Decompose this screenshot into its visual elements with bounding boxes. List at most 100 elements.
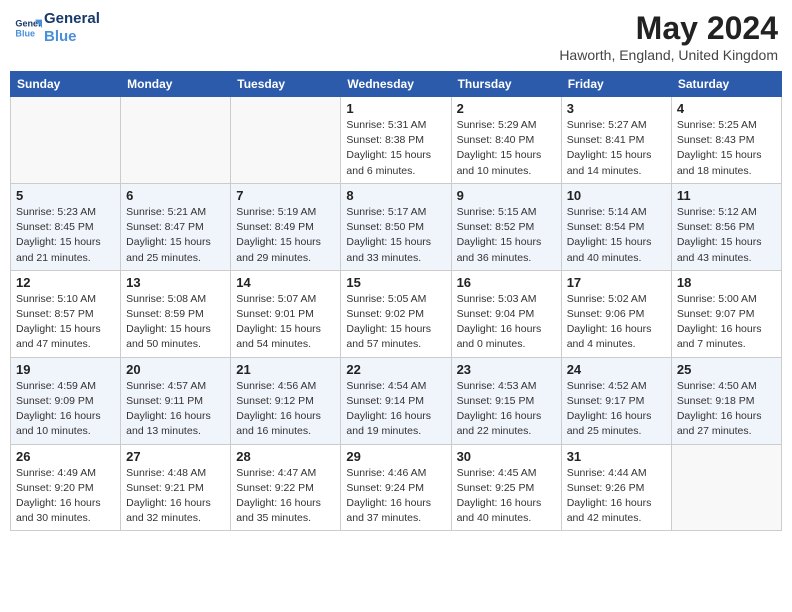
day-number: 29 bbox=[346, 449, 445, 464]
day-info: Sunrise: 5:17 AMSunset: 8:50 PMDaylight:… bbox=[346, 205, 445, 266]
calendar-day-cell: 25 Sunrise: 4:50 AMSunset: 9:18 PMDayligh… bbox=[671, 357, 781, 444]
location-subtitle: Haworth, England, United Kingdom bbox=[559, 47, 778, 63]
day-number: 30 bbox=[457, 449, 556, 464]
day-number: 31 bbox=[567, 449, 666, 464]
calendar-day-cell: 11Sunrise: 5:12 AMSunset: 8:56 PMDayligh… bbox=[671, 183, 781, 270]
day-info: Sunrise: 5:02 AMSunset: 9:06 PMDaylight:… bbox=[567, 292, 666, 353]
calendar-day-cell: 24 Sunrise: 4:52 AMSunset: 9:17 PMDayligh… bbox=[561, 357, 671, 444]
day-number: 11 bbox=[677, 188, 776, 203]
day-number: 1 bbox=[346, 101, 445, 116]
day-info: Sunrise: 5:23 AMSunset: 8:45 PMDaylight:… bbox=[16, 205, 115, 266]
calendar-day-cell: 6 Sunrise: 5:21 AMSunset: 8:47 PMDaylight… bbox=[121, 183, 231, 270]
day-info: Sunrise: 5:27 AMSunset: 8:41 PMDaylight:… bbox=[567, 118, 666, 179]
calendar-day-cell: 16Sunrise: 5:03 AMSunset: 9:04 PMDayligh… bbox=[451, 270, 561, 357]
weekday-header-wednesday: Wednesday bbox=[341, 72, 451, 97]
day-number: 14 bbox=[236, 275, 335, 290]
calendar-day-cell: 26 Sunrise: 4:49 AMSunset: 9:20 PMDayligh… bbox=[11, 444, 121, 531]
day-number: 23 bbox=[457, 362, 556, 377]
calendar-day-cell: 27 Sunrise: 4:48 AMSunset: 9:21 PMDayligh… bbox=[121, 444, 231, 531]
day-number: 13 bbox=[126, 275, 225, 290]
calendar-day-cell: 7 Sunrise: 5:19 AMSunset: 8:49 PMDaylight… bbox=[231, 183, 341, 270]
day-info: Sunrise: 4:50 AMSunset: 9:18 PMDaylight:… bbox=[677, 379, 776, 440]
calendar-day-cell: 1 Sunrise: 5:31 AMSunset: 8:38 PMDaylight… bbox=[341, 97, 451, 184]
calendar-table: SundayMondayTuesdayWednesdayThursdayFrid… bbox=[10, 71, 782, 531]
day-info: Sunrise: 4:56 AMSunset: 9:12 PMDaylight:… bbox=[236, 379, 335, 440]
day-number: 24 bbox=[567, 362, 666, 377]
calendar-day-cell: 14 Sunrise: 5:07 AMSunset: 9:01 PMDayligh… bbox=[231, 270, 341, 357]
calendar-day-cell: 28 Sunrise: 4:47 AMSunset: 9:22 PMDayligh… bbox=[231, 444, 341, 531]
page-header: General Blue General Blue May 2024 Hawor… bbox=[10, 10, 782, 63]
day-number: 4 bbox=[677, 101, 776, 116]
day-info: Sunrise: 4:48 AMSunset: 9:21 PMDaylight:… bbox=[126, 466, 225, 527]
calendar-week-row: 26 Sunrise: 4:49 AMSunset: 9:20 PMDayligh… bbox=[11, 444, 782, 531]
logo-text-line2: Blue bbox=[44, 28, 100, 46]
calendar-day-cell bbox=[121, 97, 231, 184]
svg-text:Blue: Blue bbox=[15, 28, 35, 38]
calendar-day-cell: 20Sunrise: 4:57 AMSunset: 9:11 PMDayligh… bbox=[121, 357, 231, 444]
calendar-day-cell: 10 Sunrise: 5:14 AMSunset: 8:54 PMDayligh… bbox=[561, 183, 671, 270]
day-info: Sunrise: 5:25 AMSunset: 8:43 PMDaylight:… bbox=[677, 118, 776, 179]
day-number: 19 bbox=[16, 362, 115, 377]
calendar-day-cell bbox=[231, 97, 341, 184]
calendar-day-cell: 31 Sunrise: 4:44 AMSunset: 9:26 PMDayligh… bbox=[561, 444, 671, 531]
day-number: 10 bbox=[567, 188, 666, 203]
calendar-day-cell: 17 Sunrise: 5:02 AMSunset: 9:06 PMDayligh… bbox=[561, 270, 671, 357]
weekday-header-friday: Friday bbox=[561, 72, 671, 97]
day-number: 6 bbox=[126, 188, 225, 203]
weekday-header-monday: Monday bbox=[121, 72, 231, 97]
logo-icon: General Blue bbox=[14, 14, 42, 42]
calendar-day-cell: 18 Sunrise: 5:00 AMSunset: 9:07 PMDayligh… bbox=[671, 270, 781, 357]
weekday-header-row: SundayMondayTuesdayWednesdayThursdayFrid… bbox=[11, 72, 782, 97]
day-number: 18 bbox=[677, 275, 776, 290]
day-number: 5 bbox=[16, 188, 115, 203]
month-year-title: May 2024 bbox=[559, 10, 778, 47]
day-number: 2 bbox=[457, 101, 556, 116]
logo-text-line1: General bbox=[44, 10, 100, 28]
day-info: Sunrise: 5:31 AMSunset: 8:38 PMDaylight:… bbox=[346, 118, 445, 179]
day-info: Sunrise: 5:19 AMSunset: 8:49 PMDaylight:… bbox=[236, 205, 335, 266]
day-number: 20 bbox=[126, 362, 225, 377]
day-info: Sunrise: 4:46 AMSunset: 9:24 PMDaylight:… bbox=[346, 466, 445, 527]
day-number: 28 bbox=[236, 449, 335, 464]
day-info: Sunrise: 4:49 AMSunset: 9:20 PMDaylight:… bbox=[16, 466, 115, 527]
day-info: Sunrise: 4:47 AMSunset: 9:22 PMDaylight:… bbox=[236, 466, 335, 527]
calendar-day-cell: 29 Sunrise: 4:46 AMSunset: 9:24 PMDayligh… bbox=[341, 444, 451, 531]
day-info: Sunrise: 4:59 AMSunset: 9:09 PMDaylight:… bbox=[16, 379, 115, 440]
day-number: 7 bbox=[236, 188, 335, 203]
day-info: Sunrise: 5:00 AMSunset: 9:07 PMDaylight:… bbox=[677, 292, 776, 353]
title-block: May 2024 Haworth, England, United Kingdo… bbox=[559, 10, 778, 63]
day-info: Sunrise: 4:44 AMSunset: 9:26 PMDaylight:… bbox=[567, 466, 666, 527]
calendar-day-cell bbox=[11, 97, 121, 184]
weekday-header-tuesday: Tuesday bbox=[231, 72, 341, 97]
calendar-day-cell: 13 Sunrise: 5:08 AMSunset: 8:59 PMDayligh… bbox=[121, 270, 231, 357]
calendar-day-cell bbox=[671, 444, 781, 531]
calendar-day-cell: 2 Sunrise: 5:29 AMSunset: 8:40 PMDaylight… bbox=[451, 97, 561, 184]
day-info: Sunrise: 5:14 AMSunset: 8:54 PMDaylight:… bbox=[567, 205, 666, 266]
calendar-day-cell: 3 Sunrise: 5:27 AMSunset: 8:41 PMDaylight… bbox=[561, 97, 671, 184]
calendar-week-row: 19 Sunrise: 4:59 AMSunset: 9:09 PMDayligh… bbox=[11, 357, 782, 444]
calendar-day-cell: 21 Sunrise: 4:56 AMSunset: 9:12 PMDayligh… bbox=[231, 357, 341, 444]
day-info: Sunrise: 4:52 AMSunset: 9:17 PMDaylight:… bbox=[567, 379, 666, 440]
day-number: 3 bbox=[567, 101, 666, 116]
day-info: Sunrise: 5:10 AMSunset: 8:57 PMDaylight:… bbox=[16, 292, 115, 353]
day-info: Sunrise: 5:29 AMSunset: 8:40 PMDaylight:… bbox=[457, 118, 556, 179]
day-info: Sunrise: 5:21 AMSunset: 8:47 PMDaylight:… bbox=[126, 205, 225, 266]
calendar-week-row: 12Sunrise: 5:10 AMSunset: 8:57 PMDayligh… bbox=[11, 270, 782, 357]
weekday-header-thursday: Thursday bbox=[451, 72, 561, 97]
calendar-day-cell: 23Sunrise: 4:53 AMSunset: 9:15 PMDayligh… bbox=[451, 357, 561, 444]
day-number: 25 bbox=[677, 362, 776, 377]
day-info: Sunrise: 5:05 AMSunset: 9:02 PMDaylight:… bbox=[346, 292, 445, 353]
day-number: 26 bbox=[16, 449, 115, 464]
day-number: 8 bbox=[346, 188, 445, 203]
day-number: 21 bbox=[236, 362, 335, 377]
calendar-day-cell: 19 Sunrise: 4:59 AMSunset: 9:09 PMDayligh… bbox=[11, 357, 121, 444]
day-info: Sunrise: 5:07 AMSunset: 9:01 PMDaylight:… bbox=[236, 292, 335, 353]
day-number: 22 bbox=[346, 362, 445, 377]
day-number: 27 bbox=[126, 449, 225, 464]
day-info: Sunrise: 5:08 AMSunset: 8:59 PMDaylight:… bbox=[126, 292, 225, 353]
calendar-day-cell: 12Sunrise: 5:10 AMSunset: 8:57 PMDayligh… bbox=[11, 270, 121, 357]
day-number: 17 bbox=[567, 275, 666, 290]
day-info: Sunrise: 4:45 AMSunset: 9:25 PMDaylight:… bbox=[457, 466, 556, 527]
day-info: Sunrise: 5:15 AMSunset: 8:52 PMDaylight:… bbox=[457, 205, 556, 266]
logo: General Blue General Blue bbox=[14, 10, 100, 46]
